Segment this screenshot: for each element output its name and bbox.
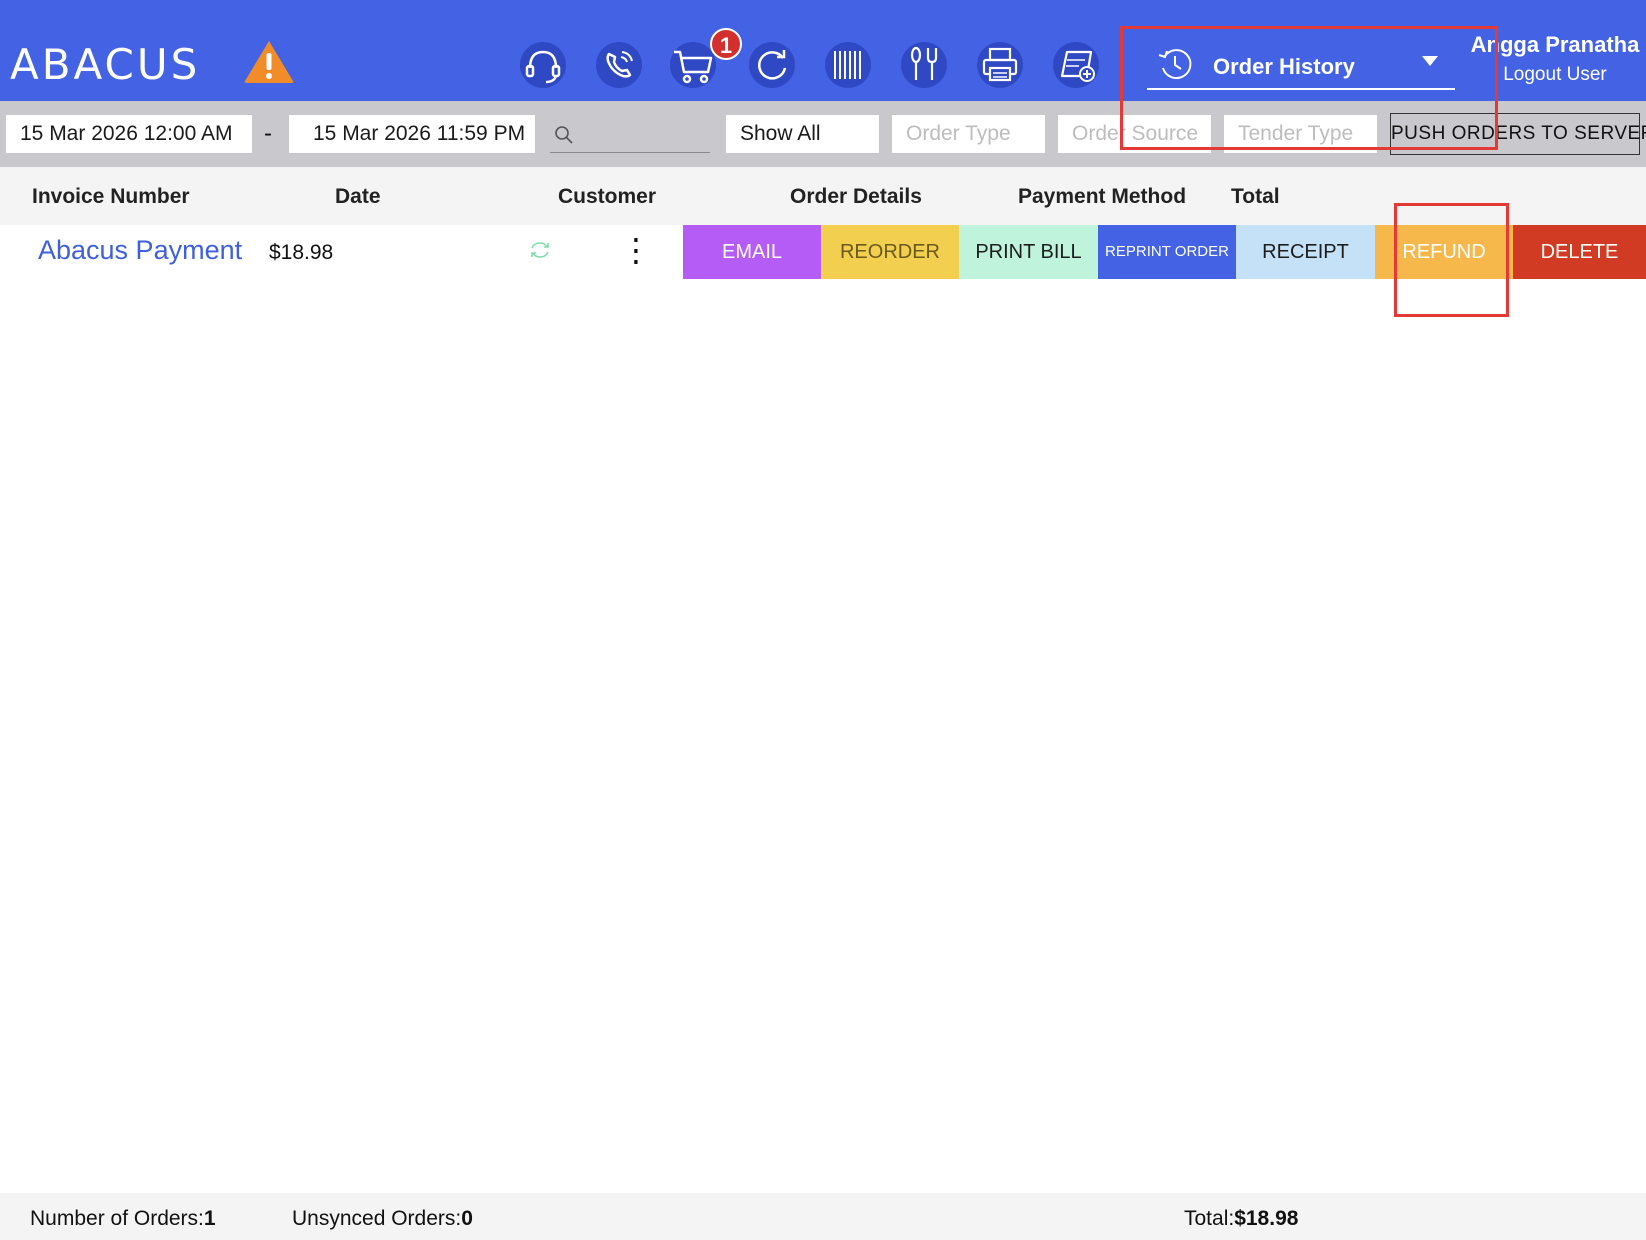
total-value: $18.98 xyxy=(1234,1207,1299,1230)
search-input[interactable] xyxy=(580,121,706,149)
column-header-total[interactable]: Total xyxy=(1231,185,1280,209)
cart-badge: 1 xyxy=(710,28,742,60)
dining-icon[interactable] xyxy=(896,38,952,92)
search-icon xyxy=(555,126,573,144)
barcode-icon[interactable] xyxy=(820,38,876,92)
tender-type-filter[interactable]: Tender Type xyxy=(1224,115,1377,153)
receipt-button[interactable]: RECEIPT xyxy=(1236,225,1375,279)
date-range-separator: - xyxy=(264,120,272,147)
refresh-icon[interactable] xyxy=(744,38,800,92)
column-header-payment-method[interactable]: Payment Method xyxy=(1018,185,1186,209)
reorder-button[interactable]: REORDER xyxy=(821,225,959,279)
invoice-link[interactable]: Abacus Payment xyxy=(38,235,242,266)
print-bill-button[interactable]: PRINT BILL xyxy=(959,225,1098,279)
view-selector-dropdown[interactable]: Order History xyxy=(1147,40,1455,90)
sync-icon xyxy=(531,242,549,258)
table-header: Invoice Number Date Customer Order Detai… xyxy=(0,167,1646,225)
filter-bar: 15 Mar 2026 12:00 AM - 15 Mar 2026 11:59… xyxy=(0,101,1646,167)
warning-icon[interactable] xyxy=(243,38,295,84)
unsynced-summary: Unsynced Orders:0 xyxy=(292,1207,473,1231)
total-label: Total: xyxy=(1184,1207,1235,1230)
delete-button[interactable]: DELETE xyxy=(1513,225,1646,279)
order-count-label: Number of Orders: xyxy=(30,1207,204,1230)
chevron-down-icon xyxy=(1422,56,1438,66)
brand-logo: ABACUS xyxy=(10,40,201,89)
add-device-icon[interactable] xyxy=(1048,38,1104,92)
column-header-order-details[interactable]: Order Details xyxy=(790,185,922,209)
order-count-value: 1 xyxy=(203,1207,216,1230)
logout-link[interactable]: Logout User xyxy=(1470,64,1640,86)
order-amount: $18.98 xyxy=(269,241,334,264)
order-type-filter[interactable]: Order Type xyxy=(892,115,1045,153)
status-filter[interactable]: Show All xyxy=(726,115,879,153)
row-prefix: ) xyxy=(0,239,1,262)
total-summary: Total:$18.98 xyxy=(1184,1207,1298,1231)
printer-icon[interactable] xyxy=(972,38,1028,92)
view-selector-label: Order History xyxy=(1213,54,1355,79)
email-button[interactable]: EMAIL xyxy=(683,225,821,279)
more-options-icon[interactable]: ⋮ xyxy=(620,233,652,271)
unsynced-label: Unsynced Orders: xyxy=(292,1207,462,1230)
order-count-summary: Number of Orders:1 xyxy=(30,1207,216,1231)
table-row[interactable]: ) Abacus Payment $18.98 ⋮ EMAIL REORDER … xyxy=(0,225,1646,279)
reprint-order-button[interactable]: REPRINT ORDER xyxy=(1098,225,1236,279)
phone-icon[interactable] xyxy=(591,38,647,92)
history-icon xyxy=(1158,49,1192,80)
start-date-field[interactable]: 15 Mar 2026 12:00 AM xyxy=(6,115,252,153)
order-source-filter[interactable]: Order Source xyxy=(1058,115,1211,153)
top-header: ABACUS 1 Order History Angga Pranatha Lo… xyxy=(0,0,1646,101)
search-box[interactable] xyxy=(550,117,710,153)
summary-footer: Number of Orders:1 Unsynced Orders:0 Tot… xyxy=(0,1193,1646,1240)
headset-icon[interactable] xyxy=(515,38,571,92)
column-header-customer[interactable]: Customer xyxy=(558,185,656,209)
user-name: Angga Pranatha xyxy=(1470,32,1640,57)
column-header-invoice-number[interactable]: Invoice Number xyxy=(32,185,190,209)
push-orders-button[interactable]: PUSH ORDERS TO SERVER xyxy=(1390,113,1646,155)
end-date-field[interactable]: 15 Mar 2026 11:59 PM xyxy=(289,115,535,153)
refund-button[interactable]: REFUND xyxy=(1375,225,1513,279)
unsynced-value: 0 xyxy=(461,1207,473,1230)
column-header-date[interactable]: Date xyxy=(335,185,381,209)
